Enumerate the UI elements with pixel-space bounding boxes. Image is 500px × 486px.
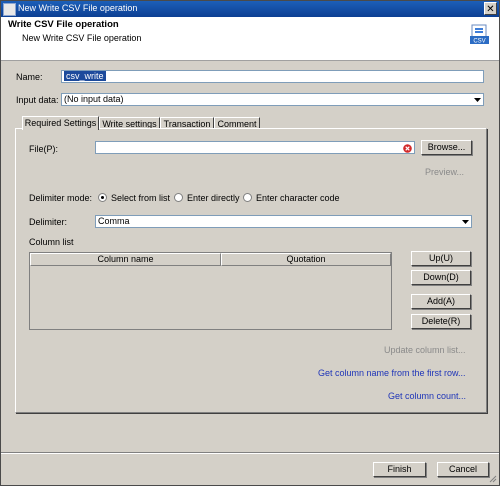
dialog-header: Write CSV File operation New Write CSV F… (1, 17, 499, 61)
up-button[interactable]: Up(U) (411, 251, 471, 266)
get-column-count-link[interactable]: Get column count... (388, 391, 466, 401)
input-data-label: Input data: (16, 95, 59, 105)
delimiter-mode-label: Delimiter mode: (29, 193, 93, 203)
file-path-input[interactable] (95, 141, 415, 154)
radio-select-from-list-label[interactable]: Select from list (111, 193, 170, 203)
name-input[interactable]: csv_write (61, 70, 484, 83)
header-title: Write CSV File operation (8, 19, 119, 30)
error-icon (403, 144, 412, 153)
app-icon (3, 3, 16, 16)
column-list-table[interactable]: Column name Quotation (29, 252, 392, 330)
close-icon[interactable]: ✕ (484, 2, 497, 15)
tab-required-settings[interactable]: Required Settings (22, 116, 99, 130)
title-bar[interactable]: New Write CSV File operation ✕ (1, 1, 499, 17)
header-subtitle: New Write CSV File operation (22, 33, 142, 43)
resize-grip-icon[interactable] (489, 475, 497, 483)
csv-file-icon: CSV (470, 24, 489, 45)
delete-button[interactable]: Delete(R) (411, 314, 471, 329)
name-value: csv_write (64, 71, 106, 81)
radio-enter-directly[interactable] (174, 193, 183, 202)
input-data-combo[interactable]: (No input data) (61, 93, 484, 106)
delimiter-combo[interactable]: Comma (95, 215, 472, 228)
column-header-quotation[interactable]: Quotation (221, 253, 391, 266)
delimiter-label: Delimiter: (29, 217, 68, 227)
add-button[interactable]: Add(A) (411, 294, 471, 309)
radio-select-from-list[interactable] (98, 193, 107, 202)
input-data-value: (No input data) (64, 94, 124, 104)
column-header-name[interactable]: Column name (30, 253, 221, 266)
chevron-down-icon[interactable] (473, 95, 482, 104)
radio-enter-character-code-label[interactable]: Enter character code (256, 193, 340, 203)
column-list-label: Column list (29, 237, 74, 247)
file-label: File(P): (29, 144, 58, 154)
chevron-down-icon[interactable] (461, 217, 470, 226)
svg-text:CSV: CSV (473, 39, 485, 45)
delimiter-value: Comma (98, 216, 130, 226)
radio-enter-directly-label[interactable]: Enter directly (187, 193, 240, 203)
update-column-list-link[interactable]: Update column list... (384, 345, 466, 355)
preview-button[interactable]: Preview... (425, 167, 464, 177)
dialog-window: New Write CSV File operation ✕ Write CSV… (0, 0, 500, 486)
name-label: Name: (16, 72, 43, 82)
browse-button[interactable]: Browse... (421, 140, 472, 155)
get-column-name-link[interactable]: Get column name from the first row... (318, 368, 466, 378)
radio-enter-character-code[interactable] (243, 193, 252, 202)
finish-button[interactable]: Finish (373, 462, 426, 477)
footer-divider (1, 452, 499, 454)
down-button[interactable]: Down(D) (411, 270, 471, 285)
cancel-button[interactable]: Cancel (437, 462, 489, 477)
window-title: New Write CSV File operation (18, 3, 138, 13)
